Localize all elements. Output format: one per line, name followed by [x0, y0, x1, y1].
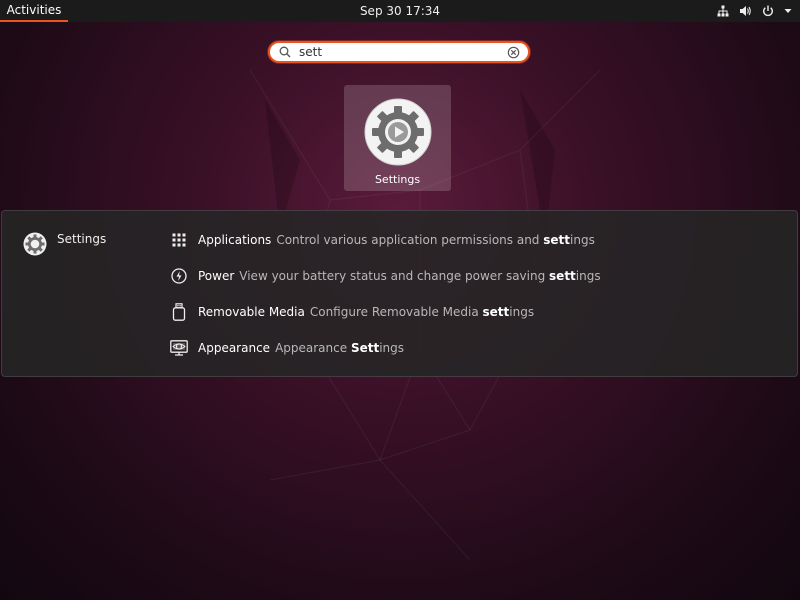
search-results-panel: Settings Applications Control various ap… — [1, 210, 798, 377]
result-title: Applications — [198, 233, 272, 247]
app-grid-icon — [168, 229, 190, 251]
settings-app-tile[interactable]: Settings — [344, 85, 451, 191]
system-tray[interactable] — [717, 0, 792, 22]
settings-app-label: Settings — [374, 173, 421, 186]
settings-gear-icon — [23, 232, 47, 256]
appearance-icon — [168, 337, 190, 359]
search-input[interactable] — [299, 43, 489, 61]
top-bar: Activities Sep 30 17:34 — [0, 0, 800, 22]
volume-icon[interactable] — [739, 5, 752, 17]
result-appearance[interactable]: Appearance Appearance Settings — [168, 337, 404, 359]
search-entry[interactable] — [268, 41, 530, 63]
result-title: Removable Media — [198, 305, 305, 319]
clock-button[interactable]: Sep 30 17:34 — [360, 4, 440, 18]
power-icon — [168, 265, 190, 287]
menu-arrow-icon[interactable] — [784, 8, 792, 14]
search-icon — [279, 46, 291, 58]
result-title: Appearance — [198, 341, 271, 355]
removable-media-icon — [168, 301, 190, 323]
clear-search-icon[interactable] — [507, 46, 520, 59]
settings-gear-icon — [364, 98, 432, 166]
activities-button[interactable]: Activities — [0, 0, 68, 22]
result-description: Control various application permissions … — [276, 233, 595, 247]
result-power[interactable]: Power View your battery status and chang… — [168, 265, 601, 287]
result-description: Appearance Settings — [275, 341, 405, 355]
network-icon[interactable] — [717, 5, 729, 17]
clock-container: Sep 30 17:34 — [0, 0, 800, 22]
result-description: View your battery status and change powe… — [239, 269, 601, 283]
power-icon[interactable] — [762, 5, 774, 17]
settings-provider[interactable]: Settings — [23, 232, 106, 256]
result-description: Configure Removable Media settings — [309, 305, 535, 319]
settings-provider-label: Settings — [57, 232, 107, 246]
result-title: Power — [198, 269, 235, 283]
result-removable-media[interactable]: Removable Media Configure Removable Medi… — [168, 301, 534, 323]
result-applications[interactable]: Applications Control various application… — [168, 229, 595, 251]
